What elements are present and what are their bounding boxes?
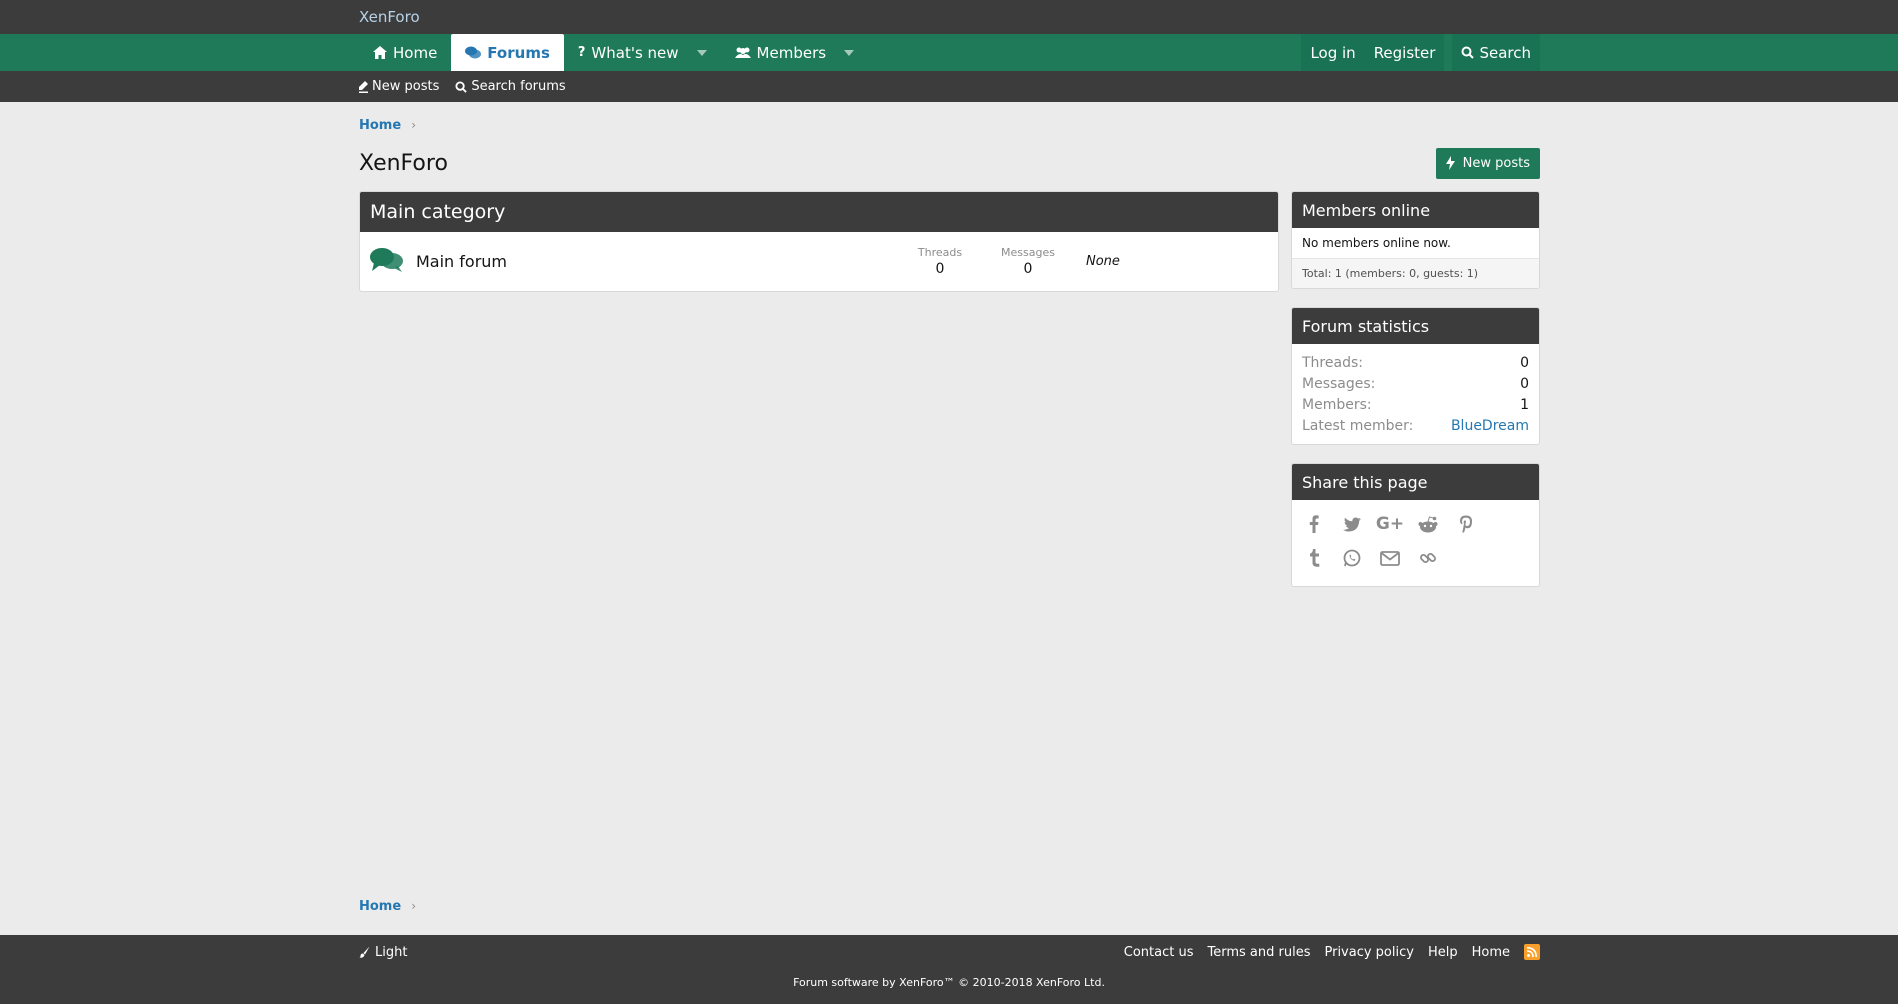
footer-privacy[interactable]: Privacy policy bbox=[1324, 945, 1413, 960]
members-online-total: Total: 1 (members: 0, guests: 1) bbox=[1292, 258, 1539, 288]
bolt-icon bbox=[1445, 156, 1455, 170]
whatsapp-icon[interactable] bbox=[1340, 546, 1364, 570]
chevron-right-icon: › bbox=[411, 899, 416, 913]
chevron-right-icon: › bbox=[411, 118, 416, 132]
style-chooser[interactable]: Light bbox=[359, 945, 407, 960]
site-footer: Light Contact us Terms and rules Privacy… bbox=[0, 935, 1898, 1004]
site-logo[interactable]: XenForo bbox=[359, 8, 420, 26]
tab-whats-new[interactable]: ? What's new bbox=[564, 34, 721, 71]
footer-home[interactable]: Home bbox=[1472, 945, 1510, 960]
forum-comments-icon bbox=[370, 247, 404, 277]
search-icon bbox=[455, 80, 468, 93]
forum-row: Main forum Threads 0 Messages 0 None bbox=[360, 232, 1278, 291]
threads-count: 0 bbox=[935, 261, 945, 277]
stat-latest-member: Latest member: BlueDream bbox=[1302, 415, 1529, 436]
link-icon[interactable] bbox=[1416, 546, 1440, 570]
users-icon bbox=[734, 47, 751, 59]
stat-label: Messages: bbox=[1302, 375, 1376, 392]
stat-messages: Messages: 0 bbox=[1302, 373, 1529, 394]
members-online-block: Members online No members online now. To… bbox=[1291, 191, 1540, 289]
messages-label: Messages bbox=[1001, 246, 1055, 259]
forum-messages-stat: Messages 0 bbox=[984, 246, 1072, 277]
tab-whats-new-label: What's new bbox=[591, 43, 679, 62]
pencil-icon bbox=[359, 80, 368, 93]
tab-home[interactable]: Home bbox=[359, 34, 451, 71]
email-icon[interactable] bbox=[1378, 546, 1402, 570]
subnav-search-forums-label: Search forums bbox=[471, 79, 566, 94]
footer-help[interactable]: Help bbox=[1428, 945, 1458, 960]
forum-statistics-block: Forum statistics Threads: 0 Messages: 0 … bbox=[1291, 307, 1540, 445]
tab-home-label: Home bbox=[393, 43, 438, 62]
subnav-new-posts-label: New posts bbox=[372, 79, 440, 94]
stat-label: Latest member: bbox=[1302, 417, 1414, 434]
latest-member-link[interactable]: BlueDream bbox=[1451, 418, 1529, 434]
forum-last-post: None bbox=[1086, 254, 1120, 269]
breadcrumb: Home › bbox=[359, 115, 1540, 135]
reddit-icon[interactable] bbox=[1416, 512, 1440, 536]
copyright: Forum software by XenForo™ © 2010-2018 X… bbox=[793, 976, 1105, 989]
members-online-text: No members online now. bbox=[1302, 236, 1451, 250]
main-nav: Home Forums ? What's new Members Log in … bbox=[0, 34, 1898, 71]
search-icon bbox=[1461, 46, 1475, 59]
forum-threads-stat: Threads 0 bbox=[896, 246, 984, 277]
paint-brush-icon bbox=[359, 946, 370, 958]
share-title: Share this page bbox=[1292, 464, 1539, 500]
stat-value: 1 bbox=[1520, 396, 1529, 413]
members-online-title[interactable]: Members online bbox=[1292, 192, 1539, 228]
messages-count: 0 bbox=[1023, 261, 1033, 277]
share-block: Share this page G+ bbox=[1291, 463, 1540, 587]
category-block: Main category Main forum Threads 0 Messa… bbox=[359, 191, 1279, 292]
breadcrumb-home[interactable]: Home bbox=[359, 899, 401, 914]
tab-members[interactable]: Members bbox=[721, 34, 869, 71]
comments-icon bbox=[465, 46, 482, 59]
pinterest-icon[interactable] bbox=[1454, 512, 1478, 536]
threads-label: Threads bbox=[917, 246, 963, 259]
footer-contact-us[interactable]: Contact us bbox=[1124, 945, 1194, 960]
style-chooser-label: Light bbox=[375, 944, 408, 960]
site-header: XenForo bbox=[0, 0, 1898, 34]
tab-forums-label: Forums bbox=[487, 43, 550, 62]
twitter-icon[interactable] bbox=[1340, 512, 1364, 536]
chevron-down-icon[interactable] bbox=[844, 49, 855, 56]
forum-statistics-title: Forum statistics bbox=[1292, 308, 1539, 344]
page-title: XenForo bbox=[359, 150, 448, 176]
new-posts-button-label: New posts bbox=[1462, 155, 1530, 171]
home-icon bbox=[373, 46, 387, 59]
footer-terms[interactable]: Terms and rules bbox=[1208, 945, 1311, 960]
bottom-breadcrumb-wrap: Home › bbox=[0, 896, 1898, 916]
tab-members-label: Members bbox=[756, 43, 827, 62]
search-button[interactable]: Search bbox=[1452, 34, 1540, 71]
stat-label: Members: bbox=[1302, 396, 1372, 413]
stat-label: Threads: bbox=[1302, 354, 1363, 371]
stat-value: 0 bbox=[1520, 375, 1529, 392]
tab-forums[interactable]: Forums bbox=[451, 34, 564, 71]
tumblr-icon[interactable] bbox=[1302, 546, 1326, 570]
register-button[interactable]: Register bbox=[1365, 34, 1445, 71]
chevron-down-icon[interactable] bbox=[696, 49, 707, 56]
breadcrumb-home[interactable]: Home bbox=[359, 118, 401, 133]
sub-nav: New posts Search forums bbox=[0, 71, 1898, 102]
stat-value: 0 bbox=[1520, 354, 1529, 371]
stat-threads: Threads: 0 bbox=[1302, 352, 1529, 373]
stat-members: Members: 1 bbox=[1302, 394, 1529, 415]
google-plus-icon[interactable]: G+ bbox=[1376, 512, 1404, 536]
subnav-new-posts[interactable]: New posts bbox=[359, 79, 439, 94]
rss-icon[interactable] bbox=[1524, 944, 1540, 960]
login-button[interactable]: Log in bbox=[1301, 34, 1364, 71]
search-button-label: Search bbox=[1479, 43, 1531, 62]
forum-title[interactable]: Main forum bbox=[416, 252, 896, 271]
page-body: Home › XenForo New posts Main category M… bbox=[359, 115, 1540, 587]
new-posts-button[interactable]: New posts bbox=[1435, 147, 1540, 179]
subnav-search-forums[interactable]: Search forums bbox=[455, 79, 566, 94]
question-icon: ? bbox=[577, 45, 586, 60]
category-title[interactable]: Main category bbox=[360, 192, 1278, 232]
facebook-icon[interactable] bbox=[1302, 512, 1326, 536]
breadcrumb: Home › bbox=[359, 896, 1540, 916]
